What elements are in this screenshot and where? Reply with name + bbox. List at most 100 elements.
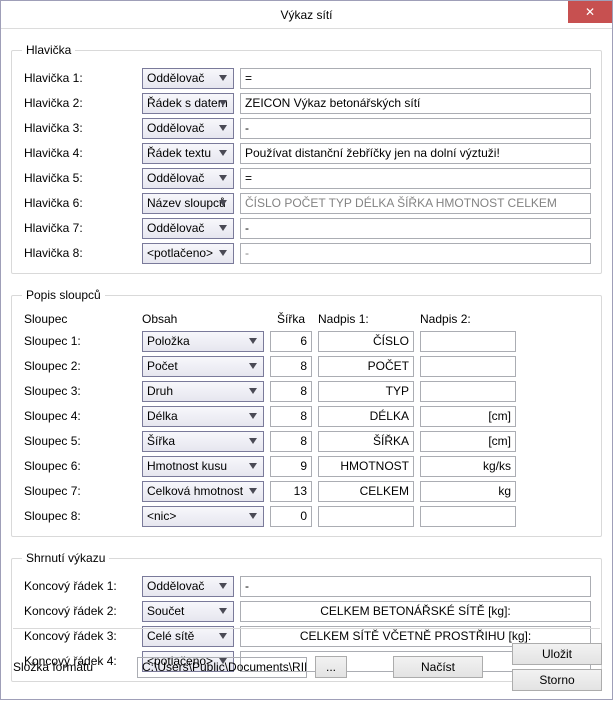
sloupec-nadpis1-input[interactable] [318,381,414,402]
sloupec-sirka-input[interactable] [270,431,312,452]
sloupec-obsah-combo[interactable]: Počet [142,356,264,377]
sloupec-nadpis2-input[interactable] [420,356,516,377]
popis-head-nadpis2: Nadpis 2: [420,312,516,326]
sloupec-label: Sloupec 3: [22,384,142,398]
sloupec-obsah-combo[interactable]: Položka [142,331,264,352]
sloupec-sirka-input[interactable] [270,456,312,477]
shrnuti-type-combo[interactable]: Oddělovač [142,576,234,597]
close-icon: ✕ [585,5,595,19]
hlavicka-label: Hlavička 7: [22,221,142,235]
sloupec-obsah-combo[interactable]: Šířka [142,431,264,452]
titlebar: Výkaz sítí ✕ [1,1,612,29]
chevron-down-icon [246,384,260,399]
sloupec-row: Sloupec 3:Druh [22,380,591,402]
sloupec-nadpis1-input[interactable] [318,456,414,477]
hlavicka-type-combo[interactable]: Řádek s datem [142,93,234,114]
chevron-down-icon [246,334,260,349]
popis-head-sloupec: Sloupec [22,312,142,326]
browse-button[interactable]: ... [315,656,347,678]
hlavicka-type-combo[interactable]: Oddělovač [142,168,234,189]
sloupec-sirka-input[interactable] [270,381,312,402]
hlavicka-type-combo[interactable]: Název sloupců [142,193,234,214]
sloupec-sirka-input[interactable] [270,356,312,377]
hlavicka-value-input[interactable]: ČÍSLO POČET TYP DÉLKA ŠÍŘKA HMOTNOST CEL… [240,193,591,214]
popis-head-nadpis1: Nadpis 1: [318,312,414,326]
sloupec-obsah-combo[interactable]: Hmotnost kusu [142,456,264,477]
sloupec-nadpis2-input[interactable] [420,456,516,477]
sloupec-row: Sloupec 7:Celková hmotnost [22,480,591,502]
hlavicka-value-input[interactable]: - [240,243,591,264]
sloupec-nadpis1-input[interactable] [318,506,414,527]
save-button[interactable]: Uložit [512,643,602,665]
sloupec-obsah-combo[interactable]: Délka [142,406,264,427]
hlavicka-value-input[interactable]: = [240,168,591,189]
cancel-button[interactable]: Storno [512,669,602,691]
sloupec-nadpis2-input[interactable] [420,506,516,527]
hlavicka-type-combo[interactable]: <potlačeno> [142,243,234,264]
sloupec-obsah-combo[interactable]: <nic> [142,506,264,527]
sloupec-sirka-input[interactable] [270,506,312,527]
hlavicka-label: Hlavička 2: [22,96,142,110]
sloupec-label: Sloupec 2: [22,359,142,373]
sloupec-label: Sloupec 7: [22,484,142,498]
popis-header-row: Sloupec Obsah Šířka Nadpis 1: Nadpis 2: [22,312,591,326]
hlavicka-row: Hlavička 7:Oddělovač- [22,217,591,239]
hlavicka-row: Hlavička 2:Řádek s datem ZEICON Výkaz bet… [22,92,591,114]
sloupec-sirka-input[interactable] [270,331,312,352]
hlavicka-row: Hlavička 3:Oddělovač- [22,117,591,139]
sloupec-nadpis2-input[interactable] [420,331,516,352]
hlavicka-value-input[interactable]: = [240,68,591,89]
window-title: Výkaz sítí [280,8,332,22]
sloupec-nadpis1-input[interactable] [318,481,414,502]
sloupec-nadpis1-input[interactable] [318,406,414,427]
sloupec-sirka-input[interactable] [270,481,312,502]
sloupec-row: Sloupec 2:Počet [22,355,591,377]
shrnuti-value-input[interactable]: CELKEM BETONÁŘSKÉ SÍTĚ [kg]: [240,601,591,622]
chevron-down-icon [246,459,260,474]
sloupec-nadpis2-input[interactable] [420,481,516,502]
sloupec-nadpis2-input[interactable] [420,381,516,402]
sloupec-nadpis1-input[interactable] [318,431,414,452]
footer: Složka formátu C:\Users\Public\Documents… [1,637,612,691]
hlavicka-label: Hlavička 5: [22,171,142,185]
chevron-down-icon [216,579,230,594]
sloupec-sirka-input[interactable] [270,406,312,427]
sloupec-label: Sloupec 8: [22,509,142,523]
folder-path-input[interactable]: C:\Users\Public\Documents\RII [137,657,307,678]
hlavicka-value-input[interactable]: - [240,218,591,239]
sloupec-label: Sloupec 5: [22,434,142,448]
close-button[interactable]: ✕ [568,1,612,23]
shrnuti-label: Koncový řádek 2: [22,604,142,618]
hlavicka-row: Hlavička 4:Řádek textuPoužívat distanční… [22,142,591,164]
chevron-down-icon [216,196,230,211]
sloupec-nadpis2-input[interactable] [420,431,516,452]
hlavicka-value-input[interactable]: ZEICON Výkaz betonářských sítí [240,93,591,114]
sloupec-row: Sloupec 5:Šířka [22,430,591,452]
sloupec-nadpis1-input[interactable] [318,356,414,377]
sloupec-label: Sloupec 1: [22,334,142,348]
hlavicka-value-input[interactable]: Používat distanční žebříčky jen na dolní… [240,143,591,164]
group-popis: Popis sloupců Sloupec Obsah Šířka Nadpis… [11,288,602,537]
content-area: Hlavička Hlavička 1:Oddělovač=Hlavička 2… [1,29,612,706]
chevron-down-icon [216,221,230,236]
chevron-down-icon [246,434,260,449]
hlavicka-type-combo[interactable]: Oddělovač [142,118,234,139]
hlavicka-type-combo[interactable]: Oddělovač [142,218,234,239]
sloupec-obsah-combo[interactable]: Celková hmotnost [142,481,264,502]
shrnuti-type-combo[interactable]: Součet [142,601,234,622]
shrnuti-value-input[interactable]: - [240,576,591,597]
sloupec-obsah-combo[interactable]: Druh [142,381,264,402]
sloupec-nadpis2-input[interactable] [420,406,516,427]
hlavicka-value-input[interactable]: - [240,118,591,139]
chevron-down-icon [216,71,230,86]
chevron-down-icon [216,121,230,136]
chevron-down-icon [246,409,260,424]
load-button[interactable]: Načíst [393,656,483,678]
hlavicka-type-combo[interactable]: Oddělovač [142,68,234,89]
hlavicka-label: Hlavička 6: [22,196,142,210]
shrnuti-row: Koncový řádek 2:Součet CELKEM BETONÁŘSKÉ … [22,600,591,622]
sloupec-row: Sloupec 6:Hmotnost kusu [22,455,591,477]
group-shrnuti-legend: Shrnutí výkazu [22,551,109,565]
sloupec-nadpis1-input[interactable] [318,331,414,352]
hlavicka-type-combo[interactable]: Řádek textu [142,143,234,164]
